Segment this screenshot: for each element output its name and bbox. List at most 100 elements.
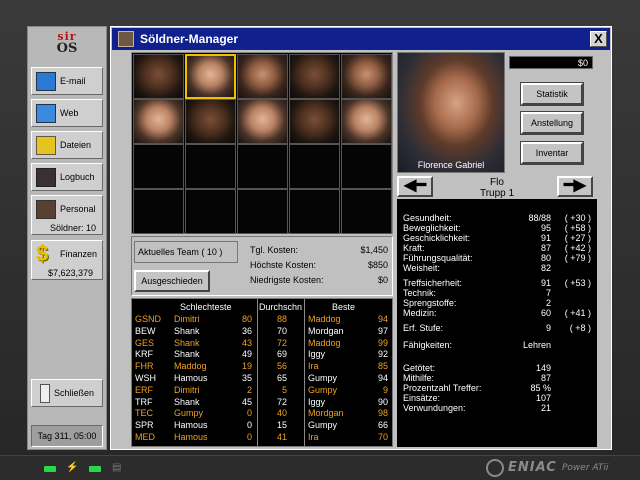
best-name: Iggy: [308, 349, 326, 360]
mercenary-portrait[interactable]: [341, 99, 392, 144]
sidebar-item-label: E-mail: [60, 76, 86, 86]
average-value: 5: [281, 384, 287, 395]
stat-label: Weisheit:: [403, 263, 440, 273]
stat-label: Fähigkeiten:: [403, 340, 453, 350]
stat-label: Einsätze:: [403, 393, 441, 403]
close-laptop-button[interactable]: Schließen: [31, 379, 103, 407]
table-row: ERF Dimitri 2 5 Gumpy 9: [132, 385, 392, 396]
ausgeschieden-button[interactable]: Ausgeschieden: [134, 270, 210, 292]
stat-label: Beweglichkeit:: [403, 223, 461, 233]
disk-led: [89, 466, 101, 472]
empty-slot: [289, 144, 340, 189]
mercenary-portrait[interactable]: [185, 99, 236, 144]
stat-value: 82: [540, 263, 551, 273]
stat-value: 60: [540, 308, 551, 318]
stat-row: Geschicklichkeit: 91 ( +27 ): [403, 233, 591, 243]
header-average: Durchschn: [259, 302, 303, 312]
stat-label: Treffsicherheit:: [403, 278, 463, 288]
stat-bonus: ( +79 ): [564, 253, 591, 263]
average-value: 69: [276, 349, 287, 360]
portrait-name: Florence Gabriel: [417, 160, 485, 170]
average-value: 70: [276, 325, 287, 336]
stat-label: Sprengstoffe:: [403, 298, 457, 308]
mercenary-portrait[interactable]: [185, 54, 236, 99]
best-name: Gumpy: [308, 384, 338, 395]
sidebar-item-web[interactable]: Web: [31, 99, 103, 127]
personal-label: Personal: [60, 204, 96, 214]
header-best: Beste: [332, 302, 356, 312]
best-value: 92: [377, 349, 388, 360]
best-value: 94: [377, 314, 388, 324]
stat-label: Technik:: [403, 288, 437, 298]
best-value: 70: [377, 432, 388, 442]
table-row: SPR Hamous 0 15 Gumpy 66: [132, 420, 392, 431]
current-team-button[interactable]: Aktuelles Team ( 10 ): [134, 241, 238, 263]
sidebar-item-finanzen[interactable]: $ Finanzen $7,623,379: [31, 240, 103, 280]
stat-value: 87: [540, 373, 551, 383]
best-value: 98: [377, 408, 388, 419]
stat-row: Technik: 7: [403, 288, 591, 298]
average-value: 40: [276, 408, 287, 419]
header-worst: Schlechteste: [180, 302, 232, 312]
mercenary-portrait[interactable]: [289, 54, 340, 99]
stat-row: Kraft: 87 ( +42 ): [403, 243, 591, 253]
best-name: Ira: [308, 361, 319, 372]
close-button[interactable]: X: [590, 31, 607, 47]
stat-bonus: ( +42 ): [564, 243, 591, 253]
sidebar-item-logbuch[interactable]: Logbuch: [31, 163, 103, 191]
selected-portrait: Florence Gabriel: [397, 52, 505, 173]
logo-bottom: OS: [56, 41, 78, 56]
mercenary-portrait[interactable]: [237, 54, 288, 99]
table-row: KRF Shank 49 69 Iggy 92: [132, 349, 392, 360]
mercenary-portrait[interactable]: [237, 99, 288, 144]
mercenary-portrait[interactable]: [341, 54, 392, 99]
attribute-code: BEW: [135, 325, 156, 336]
statistik-button[interactable]: Statistik: [520, 82, 584, 106]
table-row: TRF Shank 45 72 Iggy 90: [132, 397, 392, 408]
window-title: Söldner-Manager: [140, 32, 239, 46]
lightning-icon: ⚡: [66, 462, 79, 473]
stat-row: Führungsqualität: 80 ( +79 ): [403, 253, 591, 263]
mercenary-portrait[interactable]: [133, 99, 184, 144]
worst-name: Dimitri: [174, 314, 200, 324]
best-value: 94: [377, 373, 388, 383]
stat-label: Getötet:: [403, 363, 436, 373]
sidebar-item-email[interactable]: E-mail: [31, 67, 103, 95]
attribute-code: TEC: [135, 408, 153, 419]
anstellung-button[interactable]: Anstellung: [520, 111, 584, 135]
table-row: BEW Shank 36 70 Mordgan 97: [132, 326, 392, 337]
stat-row: Verwundungen: 21: [403, 403, 591, 413]
table-row: GES Shank 43 72 Maddog 99: [132, 338, 392, 349]
worst-value: 45: [241, 396, 252, 407]
inventar-button[interactable]: Inventar: [520, 141, 584, 165]
best-value: 97: [377, 325, 388, 336]
average-value: 56: [276, 361, 287, 372]
folder-icon: [36, 136, 56, 155]
stat-row: Mithilfe: 87: [403, 373, 591, 383]
mercenary-portrait[interactable]: [289, 99, 340, 144]
stat-row: Prozentzahl Treffer: 85 %: [403, 383, 591, 393]
stat-value: 80: [540, 253, 551, 263]
worst-value: 43: [241, 337, 252, 348]
stat-bonus: ( +8 ): [569, 323, 591, 333]
best-value: 99: [377, 337, 388, 348]
empty-slot: [237, 144, 288, 189]
eniac-logo-icon: [486, 459, 504, 477]
best-name: Iggy: [308, 396, 326, 407]
brand-model: Power ATii: [562, 463, 609, 473]
mercenary-portrait[interactable]: [133, 54, 184, 99]
empty-slot: [341, 189, 392, 234]
sidebar-item-personal[interactable]: Personal Söldner: 10: [31, 195, 103, 235]
stat-label: Mithilfe:: [403, 373, 435, 383]
stat-label: Prozentzahl Treffer:: [403, 383, 482, 393]
attribute-code: WSH: [135, 373, 156, 383]
sidebar-item-dateien[interactable]: Dateien: [31, 131, 103, 159]
stat-row: Weisheit: 82: [403, 263, 591, 273]
title-bar: Söldner-Manager X: [112, 28, 610, 50]
best-value: 66: [377, 420, 388, 431]
stat-bonus: ( +53 ): [564, 278, 591, 288]
close-label: Schließen: [54, 388, 95, 398]
attribute-code: MED: [135, 432, 155, 442]
siros-logo: sir OS: [28, 30, 106, 62]
best-name: Gumpy: [308, 373, 338, 383]
